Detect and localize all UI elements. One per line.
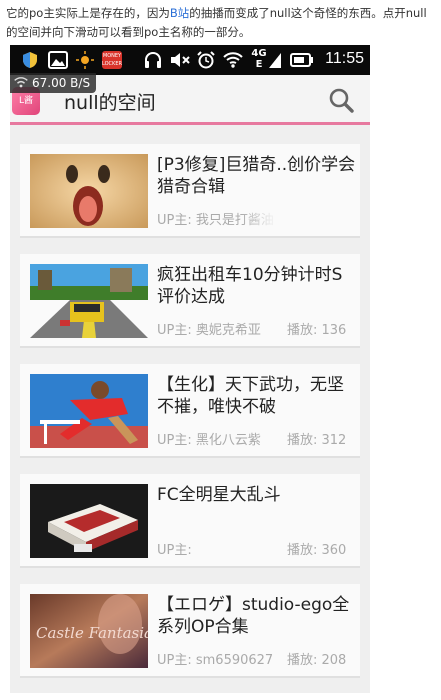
- signal-icon: [269, 53, 281, 68]
- network-type-bottom: E: [255, 59, 263, 70]
- video-uploader: UP主: sm6590627: [157, 653, 274, 668]
- network-type: 4G E: [251, 48, 267, 70]
- video-thumbnail: [30, 154, 148, 228]
- video-plays: 播放: 360: [287, 543, 347, 558]
- video-item[interactable]: 疯狂出租车10分钟计时S评价达成 UP主: 奥妮克希亚 播放: 136: [20, 254, 360, 348]
- video-thumbnail: [30, 264, 148, 338]
- caption-part1: 它的po主实际上是存在的，因为: [6, 6, 170, 20]
- video-thumbnail: [30, 484, 148, 558]
- video-item[interactable]: 【生化】天下武功，无坚不摧，唯快不破 UP主: 黑化八云紫 播放: 312: [20, 364, 360, 458]
- video-title: 【生化】天下武功，无坚不摧，唯快不破: [157, 375, 344, 417]
- status-clock: 11:55: [325, 50, 364, 67]
- thumbnail-logo-text: Castle Fantasia: [36, 624, 148, 642]
- net-speed-overlay: 67.00 B/S: [10, 73, 97, 93]
- video-uploader: UP主: 黑化八云紫: [157, 433, 261, 448]
- wifi-small-icon: [14, 77, 28, 88]
- alarm-icon: [197, 51, 215, 69]
- shield-icon: [23, 52, 37, 68]
- video-thumbnail: [30, 374, 148, 448]
- video-item[interactable]: FC全明星大乱斗 UP主: 播放: 360: [20, 474, 360, 568]
- video-uploader: UP主:: [157, 543, 192, 558]
- status-bar: MONEY LOCKER 4G E 11:55: [10, 45, 370, 75]
- brightness-icon: [76, 51, 94, 69]
- search-icon[interactable]: [328, 87, 354, 113]
- video-title: [P3修复]巨猎奇..创价学会猎奇合辑: [157, 155, 356, 197]
- net-speed-text: 67.00 B/S: [32, 76, 91, 90]
- gallery-icon: [48, 51, 68, 69]
- video-title: 【エロゲ】studio-ego全系列OP合集: [157, 595, 350, 637]
- video-title: 疯狂出租车10分钟计时S评价达成: [157, 265, 343, 307]
- video-plays: 播放: 208: [287, 653, 347, 668]
- caption-text: 它的po主实际上是存在的，因为B站的抽播而变成了null这个奇怪的东西。点开nu…: [6, 4, 438, 42]
- video-uploader: UP主: 我只是打酱油: [157, 213, 274, 228]
- video-uploader: UP主: 奥妮克希亚: [157, 323, 261, 338]
- headset-icon: [145, 51, 161, 68]
- phone-screen: MONEY LOCKER 4G E 11:55 67.00 B/S L酱 nul…: [10, 45, 370, 693]
- video-plays: 播放: 312: [287, 433, 347, 448]
- mute-icon: [171, 53, 190, 67]
- battery-icon: [290, 53, 313, 67]
- network-type-top: 4G: [251, 48, 267, 59]
- video-title: FC全明星大乱斗: [157, 485, 281, 505]
- video-thumbnail: Castle Fantasia: [30, 594, 148, 668]
- money-locker-icon: MONEY LOCKER: [102, 51, 122, 69]
- video-plays: 播放: 136: [287, 323, 347, 338]
- video-item[interactable]: Castle Fantasia 【エロゲ】studio-ego全系列OP合集 U…: [20, 584, 360, 678]
- video-item[interactable]: [P3修复]巨猎奇..创价学会猎奇合辑 UP主: 我只是打酱油: [20, 144, 360, 238]
- caption-link[interactable]: B站: [170, 6, 189, 20]
- wifi-icon: [223, 52, 243, 68]
